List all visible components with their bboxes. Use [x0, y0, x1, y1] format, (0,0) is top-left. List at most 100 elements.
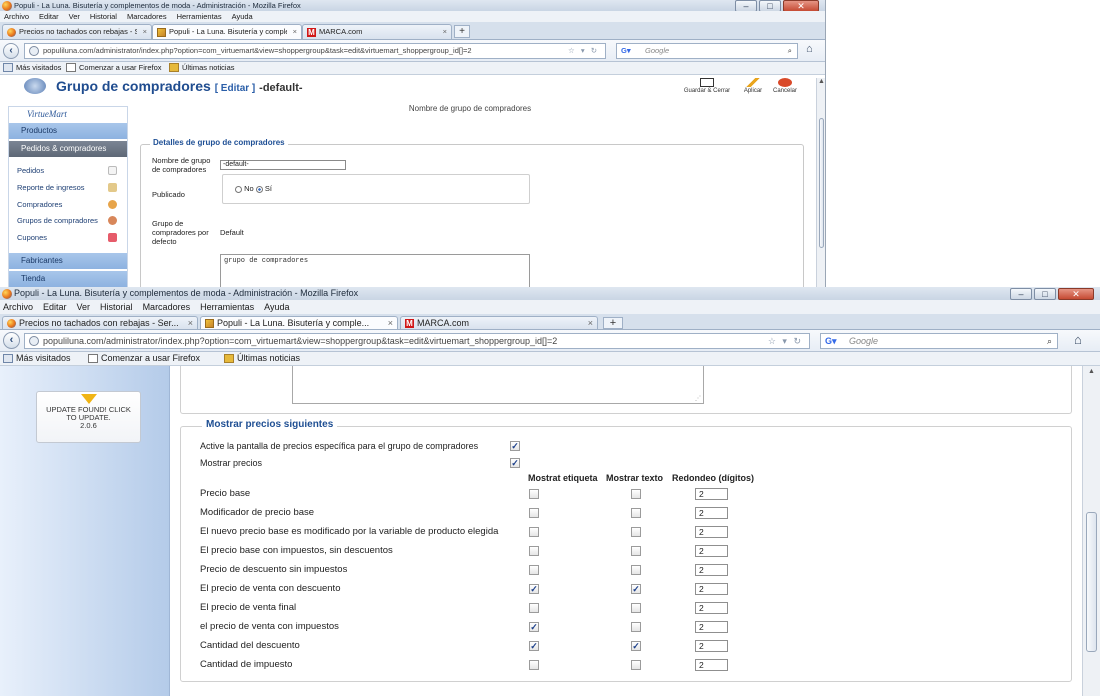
rounding-digits-input[interactable]: 2 — [695, 640, 728, 652]
search-icon[interactable]: ⌕ — [788, 44, 792, 58]
sidebar-section-pedidos[interactable]: Pedidos & compradores — [9, 141, 127, 157]
rounding-digits-input[interactable]: 2 — [695, 507, 728, 519]
menu-archivo[interactable]: Archivo — [4, 11, 29, 22]
close-window-button[interactable]: ✕ — [783, 0, 819, 11]
show-label-checkbox[interactable] — [529, 565, 539, 575]
show-text-checkbox[interactable] — [631, 508, 641, 518]
rounding-digits-input[interactable]: 2 — [695, 545, 728, 557]
rounding-digits-input[interactable]: 2 — [695, 564, 728, 576]
menu-historial[interactable]: Historial — [100, 300, 133, 314]
update-found-button[interactable]: UPDATE FOUND! CLICK TO UPDATE. 2.0.6 — [36, 391, 141, 443]
close-tab-icon[interactable]: × — [143, 25, 147, 39]
description-textarea[interactable]: ⋰ — [292, 366, 704, 404]
show-text-checkbox[interactable] — [631, 527, 641, 537]
show-text-checkbox[interactable] — [631, 660, 641, 670]
menu-editar[interactable]: Editar — [43, 300, 67, 314]
menu-marcadores[interactable]: Marcadores — [127, 11, 167, 22]
home-icon[interactable]: ⌂ — [806, 43, 813, 55]
bookmark-comenzar[interactable]: Comenzar a usar Firefox — [88, 353, 200, 363]
bookmark-mas-visitados[interactable]: Más visitados — [3, 353, 71, 363]
search-input[interactable]: G▾ Google ⌕ — [820, 333, 1058, 349]
cancel-button[interactable]: Cancelar — [760, 78, 810, 94]
bookmark-comenzar[interactable]: Comenzar a usar Firefox — [66, 63, 162, 72]
scroll-up-icon[interactable]: ▲ — [1083, 368, 1100, 375]
new-tab-button[interactable]: + — [454, 25, 470, 38]
tab-precios[interactable]: Precios no tachados con rebajas - Ser...… — [2, 316, 198, 329]
menu-historial[interactable]: Historial — [90, 11, 117, 22]
show-label-checkbox[interactable] — [529, 527, 539, 537]
menu-ayuda[interactable]: Ayuda — [232, 11, 253, 22]
menu-herramientas[interactable]: Herramientas — [200, 300, 254, 314]
rounding-digits-input[interactable]: 2 — [695, 526, 728, 538]
sidebar-section-productos[interactable]: Productos — [9, 123, 127, 139]
menu-ayuda[interactable]: Ayuda — [264, 300, 289, 314]
rounding-digits-input[interactable]: 2 — [695, 659, 728, 671]
sidebar-section-tienda[interactable]: Tienda — [9, 271, 127, 287]
scroll-thumb[interactable] — [1086, 512, 1097, 652]
search-icon[interactable]: ⌕ — [1047, 334, 1052, 348]
rounding-digits-input[interactable]: 2 — [695, 602, 728, 614]
maximize-button[interactable]: □ — [1034, 288, 1056, 300]
url-bar[interactable]: populiluna.com/administrator/index.php?o… — [24, 333, 810, 349]
scroll-thumb[interactable] — [819, 118, 824, 248]
show-text-checkbox[interactable] — [631, 565, 641, 575]
bottom-vertical-scrollbar[interactable]: ▲ — [1082, 366, 1100, 696]
new-tab-button[interactable]: + — [603, 317, 623, 329]
show-text-checkbox[interactable]: ✓ — [631, 584, 641, 594]
close-tab-icon[interactable]: × — [443, 25, 447, 39]
show-label-checkbox[interactable] — [529, 508, 539, 518]
show-label-checkbox[interactable]: ✓ — [529, 622, 539, 632]
menu-archivo[interactable]: Archivo — [3, 300, 33, 314]
close-tab-icon[interactable]: × — [293, 25, 297, 39]
maximize-button[interactable]: □ — [759, 0, 781, 11]
home-icon[interactable]: ⌂ — [1074, 332, 1082, 347]
show-text-checkbox[interactable]: ✓ — [631, 641, 641, 651]
tab-populi[interactable]: Populi - La Luna. Bisutería y comple... … — [152, 24, 302, 39]
radio-si[interactable] — [255, 185, 263, 193]
activate-prices-checkbox[interactable]: ✓ — [510, 441, 520, 451]
show-label-checkbox[interactable] — [529, 489, 539, 499]
name-field[interactable]: -default- — [220, 160, 346, 170]
close-window-button[interactable]: ✕ — [1058, 288, 1094, 300]
back-button[interactable]: ‹ — [3, 43, 19, 59]
close-tab-icon[interactable]: × — [588, 317, 593, 329]
show-text-checkbox[interactable] — [631, 622, 641, 632]
show-label-checkbox[interactable]: ✓ — [529, 641, 539, 651]
close-tab-icon[interactable]: × — [388, 317, 393, 329]
sidebar-item-pedidos[interactable]: Pedidos — [17, 164, 123, 177]
show-text-checkbox[interactable] — [631, 489, 641, 499]
tab-marca[interactable]: M MARCA.com × — [302, 24, 452, 39]
minimize-button[interactable]: – — [1010, 288, 1032, 300]
show-label-checkbox[interactable] — [529, 546, 539, 556]
menu-ver[interactable]: Ver — [69, 11, 80, 22]
resize-grip-icon[interactable]: ⋰ — [695, 395, 701, 402]
menu-herramientas[interactable]: Herramientas — [177, 11, 222, 22]
rounding-digits-input[interactable]: 2 — [695, 488, 728, 500]
sidebar-section-fabricantes[interactable]: Fabricantes — [9, 253, 127, 269]
show-label-checkbox[interactable] — [529, 603, 539, 613]
sidebar-item-reporte[interactable]: Reporte de ingresos — [17, 181, 123, 194]
rounding-digits-input[interactable]: 2 — [695, 583, 728, 595]
top-vertical-scrollbar[interactable]: ▲ — [816, 78, 825, 288]
sidebar-item-compradores[interactable]: Compradores — [17, 198, 123, 211]
menu-editar[interactable]: Editar — [39, 11, 59, 22]
minimize-button[interactable]: – — [735, 0, 757, 11]
bookmark-mas-visitados[interactable]: Más visitados — [3, 63, 61, 72]
menu-ver[interactable]: Ver — [77, 300, 91, 314]
sidebar-item-grupos[interactable]: Grupos de compradores — [17, 214, 123, 227]
sidebar-item-cupones[interactable]: Cupones — [17, 231, 123, 244]
rounding-digits-input[interactable]: 2 — [695, 621, 728, 633]
show-text-checkbox[interactable] — [631, 546, 641, 556]
bookmark-ultimas-noticias[interactable]: Últimas noticias — [224, 353, 300, 363]
close-tab-icon[interactable]: × — [188, 317, 193, 329]
tab-marca[interactable]: M MARCA.com × — [400, 316, 598, 329]
description-textarea[interactable]: grupo de compradores — [220, 254, 530, 288]
show-prices-checkbox[interactable]: ✓ — [510, 458, 520, 468]
show-label-checkbox[interactable] — [529, 660, 539, 670]
search-input[interactable]: G▾ Google ⌕ — [616, 43, 798, 59]
scroll-up-icon[interactable]: ▲ — [817, 78, 825, 85]
bookmark-star-icon[interactable]: ☆ ▾ ↻ — [568, 44, 599, 58]
tab-populi[interactable]: Populi - La Luna. Bisutería y comple... … — [200, 316, 398, 329]
bookmark-ultimas-noticias[interactable]: Últimas noticias — [169, 63, 235, 72]
menu-marcadores[interactable]: Marcadores — [143, 300, 191, 314]
